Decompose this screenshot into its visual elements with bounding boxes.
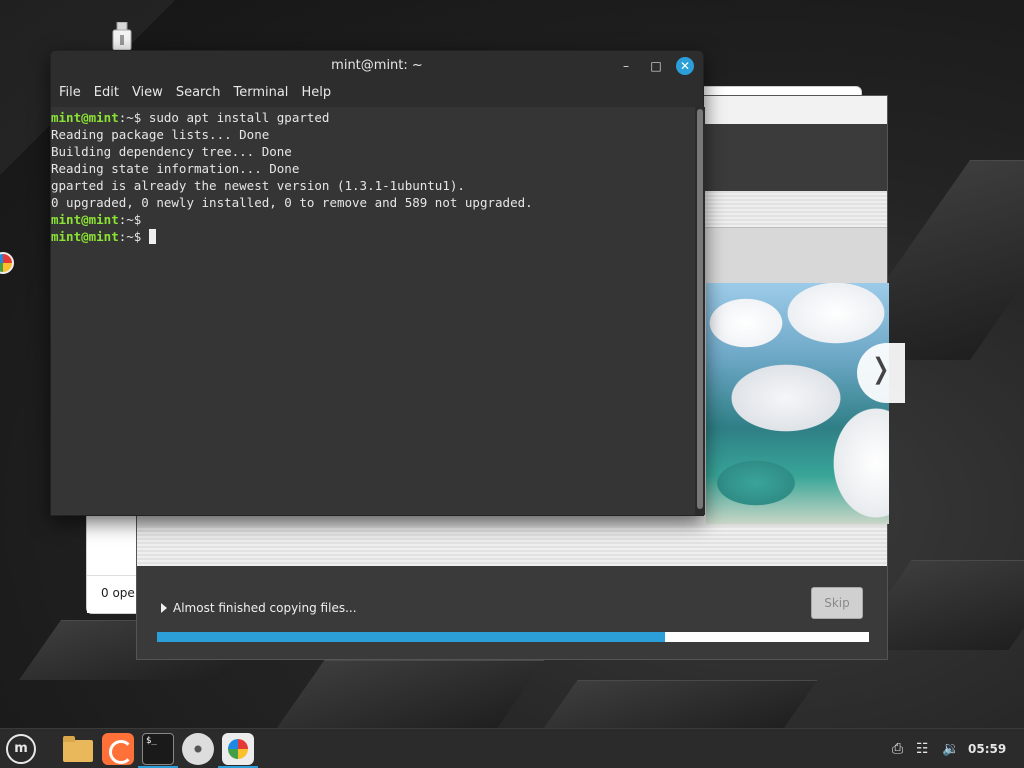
skip-button[interactable]: Skip bbox=[811, 587, 863, 619]
terminal-scrollbar-thumb[interactable] bbox=[697, 109, 703, 509]
prompt-user: mint@mint bbox=[51, 229, 119, 244]
menu-file[interactable]: File bbox=[59, 81, 81, 105]
mint-menu-icon[interactable]: m bbox=[6, 734, 36, 764]
prompt-path: :~$ bbox=[118, 212, 142, 227]
taskbar: m $_ ⎙ ☷ 🔉 05:59 bbox=[0, 728, 1024, 768]
menu-help[interactable]: Help bbox=[301, 81, 331, 105]
progress-status-text: Almost finished copying files... bbox=[173, 601, 357, 615]
terminal-line: Reading package lists... Done bbox=[51, 127, 270, 142]
installer-desktop-icon[interactable] bbox=[0, 252, 14, 274]
slideshow-photo bbox=[706, 283, 889, 524]
installer-slide-bottom-border bbox=[137, 526, 887, 566]
menu-terminal[interactable]: Terminal bbox=[233, 81, 288, 105]
folder-shape bbox=[63, 736, 93, 762]
terminal-taskbar-icon[interactable]: $_ bbox=[142, 733, 174, 765]
terminal-command bbox=[141, 229, 149, 244]
terminal-titlebar[interactable]: mint@mint: ~ – □ ✕ bbox=[51, 51, 703, 81]
minimize-icon[interactable]: – bbox=[617, 57, 635, 75]
terminal-line: mint@mint:~$ bbox=[51, 211, 695, 228]
terminal-title: mint@mint: ~ bbox=[331, 58, 423, 73]
clock[interactable]: 05:59 bbox=[968, 729, 1006, 768]
terminal-output[interactable]: mint@mint:~$ sudo apt install gparted Rea… bbox=[51, 107, 695, 515]
network-tray-icon[interactable]: ☷ bbox=[916, 729, 929, 768]
install-progress-fill bbox=[157, 632, 665, 642]
prompt-user: mint@mint bbox=[51, 212, 119, 227]
terminal-line: mint@mint:~$ sudo apt install gparted bbox=[51, 109, 695, 126]
terminal-command: sudo apt install gparted bbox=[141, 110, 330, 125]
close-icon[interactable]: ✕ bbox=[676, 57, 694, 75]
volume-tray-icon[interactable]: 🔉 bbox=[942, 729, 959, 768]
terminal-line: Building dependency tree... Done bbox=[51, 144, 292, 159]
terminal-line: gparted is already the newest version (1… bbox=[51, 178, 465, 193]
prompt-path: :~$ bbox=[118, 229, 142, 244]
terminal-line: mint@mint:~$ bbox=[51, 228, 695, 245]
notes-tray-icon[interactable]: ⎙ bbox=[892, 729, 903, 768]
usb-drive-icon[interactable] bbox=[112, 22, 132, 50]
desktop-tile bbox=[275, 660, 545, 728]
progress-status[interactable]: Almost finished copying files... bbox=[161, 601, 357, 615]
menu-search[interactable]: Search bbox=[176, 81, 221, 105]
maximize-icon[interactable]: □ bbox=[647, 57, 665, 75]
terminal-window[interactable]: mint@mint: ~ – □ ✕ File Edit View Search Ter… bbox=[50, 50, 705, 516]
install-progress-bar bbox=[157, 632, 869, 642]
prompt-path: :~$ bbox=[118, 110, 142, 125]
menu-edit[interactable]: Edit bbox=[94, 81, 119, 105]
menu-view[interactable]: View bbox=[132, 81, 163, 105]
terminal-cursor bbox=[148, 229, 156, 244]
terminal-scrollbar[interactable] bbox=[695, 107, 705, 515]
prompt-user: mint@mint bbox=[51, 110, 119, 125]
terminal-menubar: File Edit View Search Terminal Help bbox=[51, 81, 703, 107]
desktop-tile bbox=[542, 680, 818, 728]
terminal-line: Reading state information... Done bbox=[51, 161, 300, 176]
firefox-icon[interactable] bbox=[102, 733, 134, 765]
expand-triangle-icon[interactable] bbox=[161, 603, 167, 613]
installer-taskbar-icon[interactable] bbox=[222, 733, 254, 765]
terminal-line: 0 upgraded, 0 newly installed, 0 to remo… bbox=[51, 195, 533, 210]
files-folder-icon[interactable] bbox=[62, 733, 94, 765]
disc-icon[interactable] bbox=[182, 733, 214, 765]
